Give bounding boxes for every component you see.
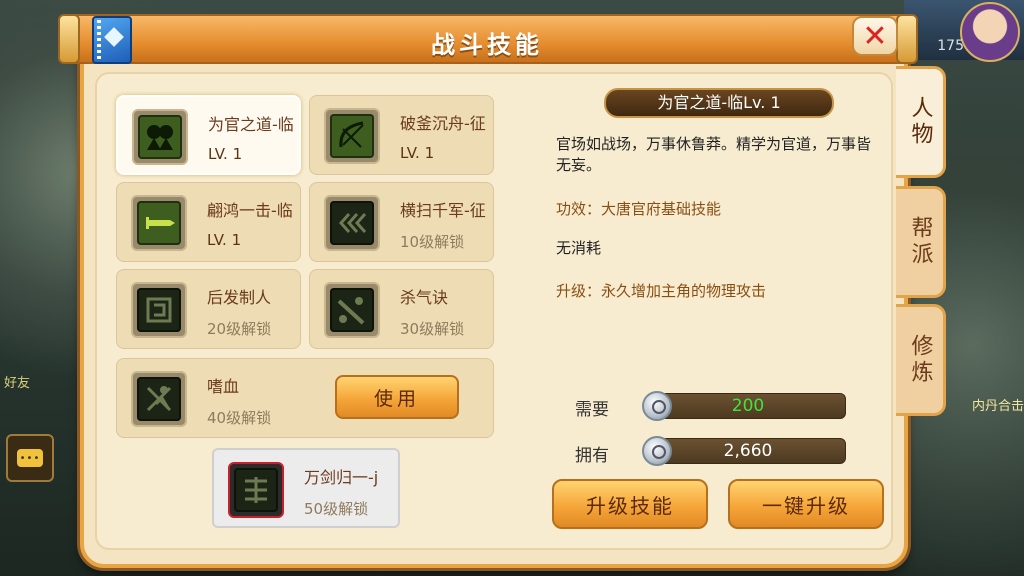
need-value-bar: 200: [650, 393, 846, 419]
title-scroll-left: [58, 14, 80, 64]
need-label: 需要: [575, 400, 609, 420]
skill-icon-maze: [131, 282, 187, 338]
skill-icon-ten-thousand-swords: [228, 462, 284, 518]
skill-icon-running-man: [131, 371, 187, 427]
one-key-upgrade-button[interactable]: 一键升级: [728, 479, 884, 529]
player-avatar[interactable]: [960, 2, 1020, 62]
skill-card[interactable]: 破釜沉舟-征 LV. 1: [309, 95, 494, 175]
selected-skill-title: 为官之道-临Lv. 1: [604, 88, 834, 118]
use-button[interactable]: 使用: [335, 375, 459, 419]
special-skill-card[interactable]: 万剑归一-j 50级解锁: [212, 448, 400, 528]
tab-cultivation[interactable]: 修炼: [896, 304, 946, 416]
skill-card[interactable]: 翩鸿一击-临 LV. 1: [116, 182, 301, 262]
skill-unlock-level: 30级解锁: [400, 320, 465, 338]
skill-card[interactable]: 后发制人 20级解锁: [116, 269, 301, 349]
title-scroll-right: [896, 14, 918, 64]
skill-upgrade-info: 升级：永久增加主角的物理攻击: [556, 282, 767, 300]
skill-level: LV. 1: [400, 144, 435, 162]
skill-unlock-level: 20级解锁: [207, 320, 272, 338]
skill-icon-blade: [324, 282, 380, 338]
close-button[interactable]: ✕: [852, 16, 898, 56]
tab-label: 修炼: [907, 334, 933, 386]
skill-unlock-level: 10级解锁: [400, 233, 465, 251]
tab-label: 人物: [907, 96, 933, 148]
skill-icon-masks: [132, 109, 188, 165]
silver-coin-icon: [642, 436, 672, 466]
skill-name: 嗜血: [207, 377, 240, 396]
skill-name: 为官之道-临: [208, 115, 294, 134]
upgrade-skill-button[interactable]: 升级技能: [552, 479, 708, 529]
skill-name: 横扫千军-征: [400, 201, 486, 220]
background-right-text: 内丹合击: [971, 399, 1024, 414]
skill-name: 杀气诀: [400, 288, 449, 307]
skill-book-icon: [92, 16, 132, 64]
tab-character[interactable]: 人物: [896, 66, 946, 178]
title-bar: 战斗技能: [60, 14, 914, 64]
chat-icon: •••: [17, 449, 43, 467]
skill-unlock-level: 50级解锁: [304, 500, 369, 518]
tab-faction[interactable]: 帮派: [896, 186, 946, 298]
skill-cost: 无消耗: [556, 239, 602, 257]
have-label: 拥有: [575, 446, 609, 466]
skill-level: LV. 1: [208, 145, 243, 163]
chat-button[interactable]: •••: [6, 434, 54, 482]
skill-name: 破釜沉舟-征: [400, 114, 486, 133]
skill-card[interactable]: 横扫千军-征 10级解锁: [309, 182, 494, 262]
close-icon: ✕: [862, 18, 888, 54]
skill-card[interactable]: 杀气诀 30级解锁: [309, 269, 494, 349]
skill-unlock-level: 40级解锁: [207, 409, 272, 427]
skill-card[interactable]: 为官之道-临 LV. 1: [116, 95, 301, 175]
tab-label: 帮派: [907, 216, 933, 268]
have-value-bar: 2,660: [650, 438, 846, 464]
window-title: 战斗技能: [431, 31, 543, 59]
skill-name: 万剑归一-j: [304, 468, 379, 487]
skill-level: LV. 1: [207, 231, 242, 249]
player-level: 175: [937, 38, 964, 54]
skill-effect: 功效：大唐官府基础技能: [556, 200, 722, 218]
skill-icon-arrows: [324, 195, 380, 251]
silver-coin-icon: [642, 391, 672, 421]
skill-icon-sword: [131, 195, 187, 251]
background-left-text: 好友: [4, 376, 31, 391]
skill-icon-bow: [324, 108, 380, 164]
skill-name: 后发制人: [207, 288, 272, 307]
skill-name: 翩鸿一击-临: [207, 201, 293, 220]
skill-description: 官场如战场，万事休鲁莽。精学为官道，万事皆无妄。: [556, 135, 872, 174]
